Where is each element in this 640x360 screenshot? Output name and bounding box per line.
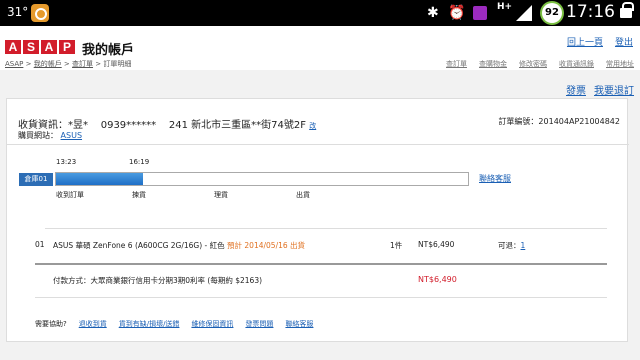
message-notification-icon — [473, 6, 487, 20]
item-name: ASUS 華碩 ZenFone 6 (A600CG 2G/16G) - 紅色 預… — [53, 240, 305, 251]
stage-label: 收到訂單 — [56, 191, 84, 199]
recipient-address: 241 新北市三重區**街74號2F — [168, 120, 306, 131]
purchase-site: 購買網站： ASUS — [18, 130, 82, 141]
help-links: 需要協助? 退收到貨 貨到有缺/損壞/送錯 維修保固資訊 發票問題 聯絡客服 — [35, 319, 313, 329]
help-link-invoice[interactable]: 發票問題 — [245, 319, 273, 329]
subnav-frequent-address[interactable]: 常用地址 — [606, 59, 634, 69]
page-title: 我的帳戶 — [82, 43, 135, 58]
return-label: 可退： — [498, 241, 521, 250]
invoice-link[interactable]: 發票 — [566, 82, 586, 97]
clock-text: 17:16 — [566, 2, 615, 22]
edit-address-link[interactable]: 改 — [309, 122, 316, 130]
back-link[interactable]: 回上一頁 — [567, 35, 603, 48]
stage-label: 揀貨 — [132, 191, 146, 199]
breadcrumb: ASAP > 我的帳戶 > 查訂單 > 訂單明細 — [5, 60, 132, 68]
recipient-phone: 0939****** — [100, 120, 157, 131]
network-type-text: H+ — [497, 2, 513, 12]
item-qty: 1件 — [390, 241, 403, 250]
status-bar: 31° ✱ ⏰ H+ 92 17:16 — [0, 0, 640, 26]
stage-label: 出貨 — [296, 191, 310, 199]
subnav-password[interactable]: 修改密碼 — [519, 59, 547, 69]
logo-letter: P — [59, 40, 75, 54]
breadcrumb-current: 訂單明細 — [103, 60, 132, 68]
divider — [35, 297, 607, 298]
lock-icon — [620, 2, 634, 18]
return-count-link[interactable]: 1 — [521, 241, 526, 250]
stage-label: 理貨 — [214, 191, 228, 199]
temperature-text: 31° — [7, 5, 29, 19]
recipient-info: 收貨資訊：*昱* 0939****** 241 新北市三重區**街74號2F 改 — [18, 116, 316, 131]
item-returnable: 可退：1 — [498, 240, 525, 251]
logo-letter: A — [41, 40, 57, 54]
site-link[interactable]: ASUS — [61, 131, 82, 140]
site-header: A S A P 我的帳戶 回上一頁 登出 ASAP > 我的帳戶 > 查訂單 >… — [0, 26, 640, 70]
help-link-warranty[interactable]: 維修保固資訊 — [191, 319, 233, 329]
divider — [35, 263, 607, 265]
logo-letter: S — [23, 40, 39, 54]
bluetooth-icon: ✱ — [427, 5, 439, 21]
item-index: 01 — [35, 240, 45, 249]
tracking-progress-fill — [56, 173, 143, 185]
help-link-support[interactable]: 聯絡客服 — [285, 319, 313, 329]
account-subnav: 查訂單 查購物金 修改密碼 收貨通訊錄 常用地址 — [446, 59, 634, 69]
asap-logo[interactable]: A S A P — [5, 40, 75, 54]
item-price: NT$6,490 — [418, 240, 455, 249]
breadcrumb-home[interactable]: ASAP — [5, 60, 23, 68]
tracking-progress-bar — [55, 172, 469, 186]
order-detail-card: 收貨資訊：*昱* 0939****** 241 新北市三重區**街74號2F 改… — [6, 98, 629, 342]
site-label: 購買網站： — [18, 131, 58, 140]
battery-icon: 92 — [542, 3, 562, 23]
breadcrumb-orders[interactable]: 查訂單 — [72, 60, 93, 68]
breadcrumb-account[interactable]: 我的帳戶 — [34, 60, 62, 68]
contact-support-link[interactable]: 聯絡客服 — [479, 173, 511, 184]
subnav-orders[interactable]: 查訂單 — [446, 59, 467, 69]
help-link-return[interactable]: 退收到貨 — [79, 319, 107, 329]
logout-link[interactable]: 登出 — [615, 35, 633, 48]
help-link-damaged[interactable]: 貨到有缺/損壞/送錯 — [119, 319, 180, 329]
payment-total: NT$6,490 — [418, 275, 457, 284]
subnav-credit[interactable]: 查購物金 — [479, 59, 507, 69]
order-number: 訂單編號：201404AP21004842 — [498, 117, 620, 126]
app-notification-icon — [31, 4, 49, 22]
divider — [7, 144, 629, 145]
signal-icon — [516, 5, 532, 21]
alarm-icon: ⏰ — [448, 5, 466, 21]
stage-time-2: 16:19 — [129, 158, 150, 166]
item-title: ASUS 華碩 ZenFone 6 (A600CG 2G/16G) - 紅色 — [53, 241, 225, 250]
warehouse-tag: 倉庫01 — [19, 173, 53, 186]
divider — [45, 228, 607, 229]
item-eta: 預計 2014/05/16 出貨 — [227, 241, 306, 250]
subnav-address-book[interactable]: 收貨通訊錄 — [559, 59, 594, 69]
payment-method: 付款方式：大眾商業銀行信用卡分期3期0利率 (每期約 $2163) — [53, 276, 263, 285]
stage-time-1: 13:23 — [56, 158, 77, 166]
logo-letter: A — [5, 40, 21, 54]
help-label: 需要協助? — [35, 320, 67, 328]
cancel-order-link[interactable]: 我要退訂 — [594, 82, 634, 97]
